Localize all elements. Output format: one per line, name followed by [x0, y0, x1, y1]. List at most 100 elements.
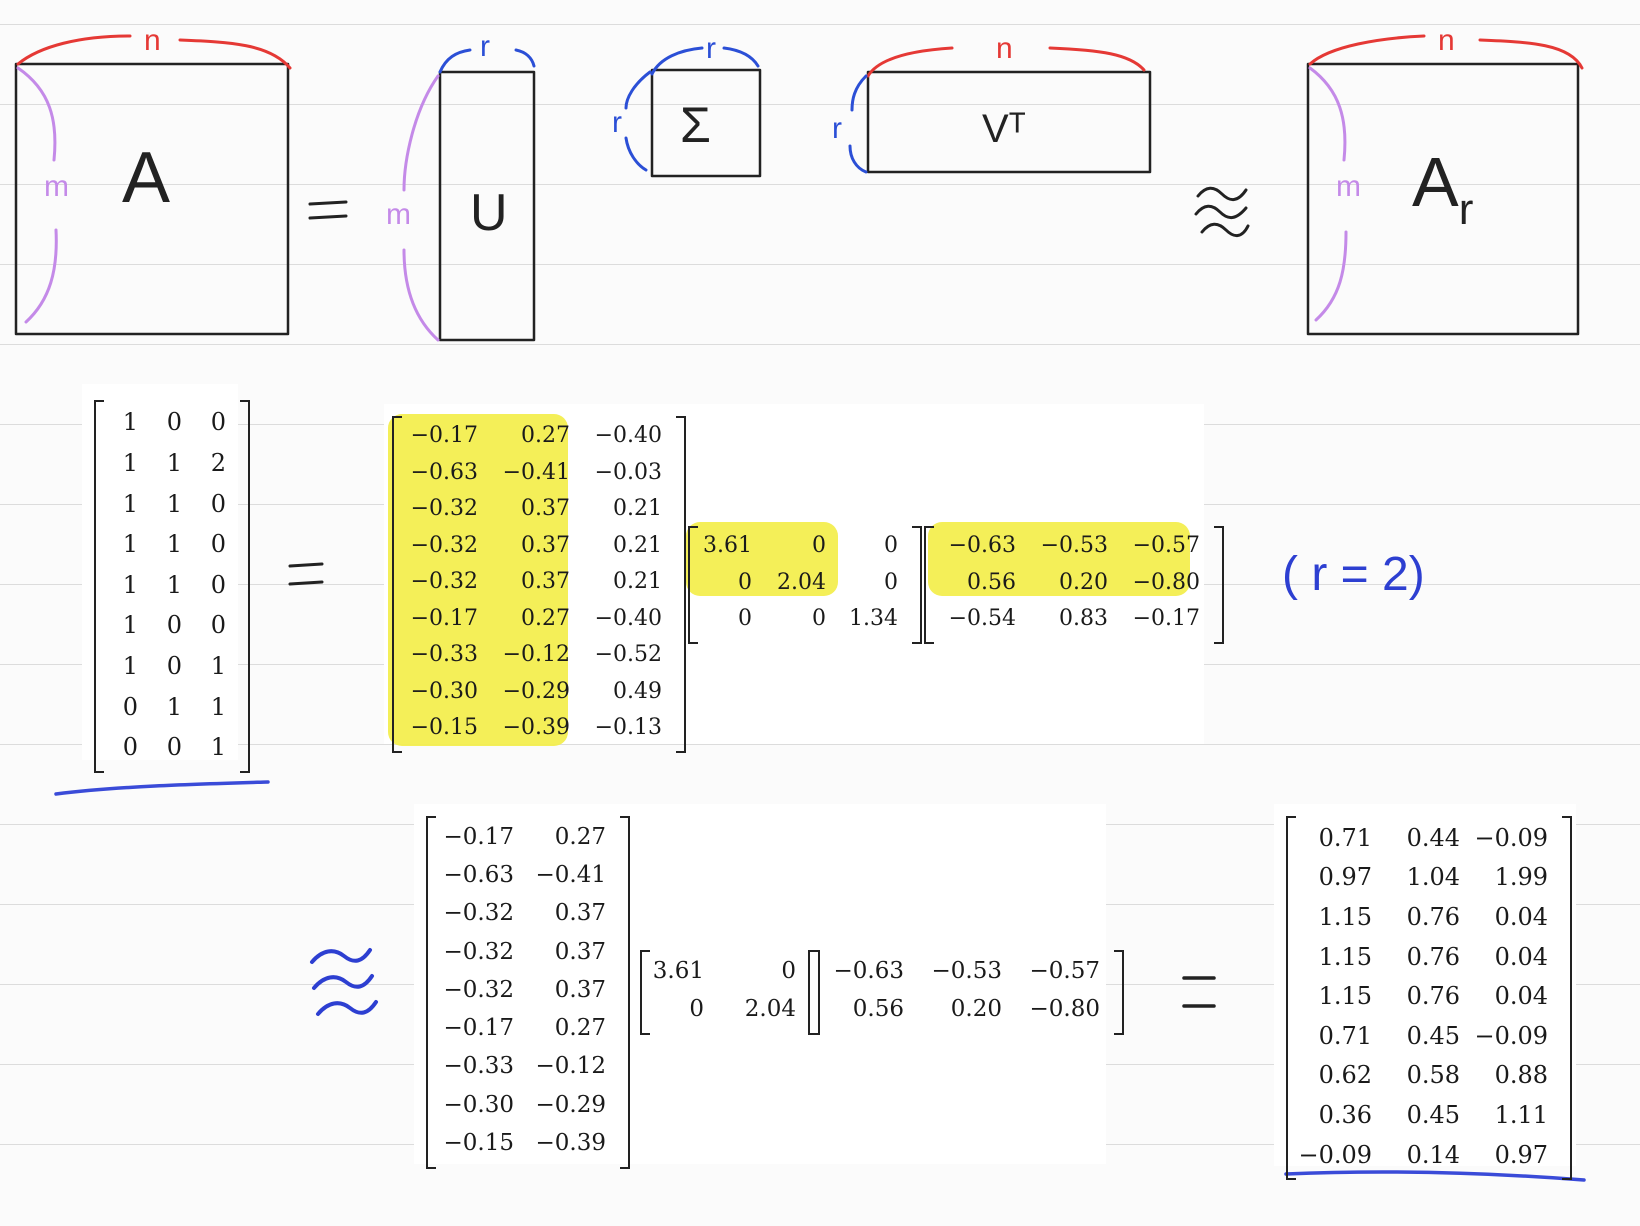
matrix-cell: 0 [122, 733, 138, 762]
label-r-vt: r [832, 112, 842, 145]
matrix-cell: 0 [812, 606, 826, 632]
matrix-cell: −0.40 [594, 423, 662, 449]
matrix-cell: −0.40 [594, 605, 662, 631]
matrix-cell: 0.71 [1318, 1021, 1372, 1050]
matrix-cell: 1 [122, 408, 138, 437]
matrix-cell: 1.04 [1406, 863, 1460, 892]
matrix-cell: 0.88 [1494, 1061, 1548, 1090]
equals-sign [308, 200, 348, 220]
matrix-cell: −0.32 [443, 900, 514, 927]
matrix-cell: −0.32 [410, 532, 478, 558]
brace-r-vt [848, 74, 868, 174]
matrix-cell: 1.15 [1318, 982, 1372, 1011]
matrix-cell: 0 [781, 957, 796, 984]
matrix-cell: −0.53 [931, 957, 1002, 984]
matrix-cell: −0.41 [502, 459, 570, 485]
matrix-cell: −0.30 [410, 678, 478, 704]
matrix-cell: 2 [210, 448, 226, 477]
matrix-cell: 0 [166, 651, 182, 680]
matrix-cell: 0 [166, 408, 182, 437]
label-n-vt: n [996, 32, 1013, 65]
matrix-cell: 1.99 [1494, 863, 1548, 892]
matrix-cell: −0.63 [833, 957, 904, 984]
right-bracket [1114, 950, 1124, 1035]
matrix-cell: 0.76 [1406, 982, 1460, 1011]
matrix-cell: −0.17 [443, 823, 514, 850]
brace-r-sigma-side [624, 70, 652, 172]
matrix-cell: 0.71 [1318, 823, 1372, 852]
underline-matrix-a [54, 780, 270, 796]
matrix-cell: −0.53 [1040, 533, 1108, 559]
rank-note: ( r = 2) [1282, 548, 1425, 601]
matrix-cell: 0 [122, 692, 138, 721]
label-ar: Ar [1412, 143, 1473, 234]
matrix-cell: 0.37 [521, 569, 570, 595]
matrix-cell: −0.29 [535, 1091, 606, 1118]
matrix-cell: −0.39 [535, 1130, 606, 1157]
right-bracket [620, 816, 630, 1169]
matrix-cell: −0.52 [594, 642, 662, 668]
matrix-cell: 0.21 [613, 532, 662, 558]
matrix-cell: 0.27 [521, 605, 570, 631]
right-bracket [1214, 526, 1224, 644]
matrix-cell: 0.97 [1494, 1140, 1548, 1169]
matrix-cell: 0.76 [1406, 942, 1460, 971]
matrix-cell: 0 [210, 570, 226, 599]
matrix-cell: −0.41 [535, 861, 606, 888]
matrix-cell: 1 [122, 570, 138, 599]
matrix-sigma: 3.61 0 0 0 2.04 0 0 0 1.34 [688, 526, 922, 644]
matrix-cell: −0.80 [1029, 996, 1100, 1023]
matrix-cell: 1 [210, 651, 226, 680]
matrix-cell: 0.27 [554, 823, 606, 850]
matrix-cell: 0 [689, 996, 704, 1023]
matrix-cell: 0.21 [613, 569, 662, 595]
matrix-cell: 0 [884, 569, 898, 595]
matrix-cell: 0.21 [613, 496, 662, 522]
matrix-cell: 1 [122, 651, 138, 680]
matrix-cell: −0.09 [1298, 1140, 1372, 1169]
label-ar-sub: r [1459, 185, 1474, 234]
matrix-cell: −0.57 [1029, 957, 1100, 984]
matrix-cell: 0.62 [1318, 1061, 1372, 1090]
matrix-cell: −0.33 [443, 1053, 514, 1080]
matrix-cell: −0.09 [1474, 1021, 1548, 1050]
equals-sign-row3 [1182, 976, 1216, 1008]
matrix-u: −0.17 0.27 −0.40 −0.63 −0.41 −0.03 −0.32 0.37 0.… [392, 416, 686, 753]
label-n-ar: n [1438, 24, 1455, 57]
matrix-cell: −0.57 [1132, 533, 1200, 559]
matrix-cell: −0.13 [594, 715, 662, 741]
matrix-cell: 0.45 [1406, 1101, 1460, 1129]
matrix-cell: −0.80 [1132, 569, 1200, 595]
matrix-cell: 0.58 [1406, 1061, 1460, 1090]
matrix-cell: 0.56 [967, 569, 1016, 595]
matrix-cell: 1.15 [1318, 942, 1372, 971]
matrix-cell: −0.30 [443, 1091, 514, 1118]
matrix-cell: −0.29 [502, 678, 570, 704]
matrix-cell: 0 [884, 533, 898, 559]
label-r-sigma-top: r [706, 32, 716, 65]
matrix-cell: 0.04 [1494, 942, 1548, 971]
label-n-a: n [144, 24, 161, 57]
matrix-cell: 0.20 [1059, 569, 1108, 595]
label-r-sigma-side: r [612, 106, 622, 139]
matrix-cell: −0.32 [410, 496, 478, 522]
approx-sign [1194, 186, 1250, 237]
matrix-cell: 0.04 [1494, 903, 1548, 931]
label-m-ar: m [1336, 170, 1361, 203]
matrix-cell: −0.32 [410, 569, 478, 595]
matrix-cell: −0.17 [1132, 606, 1200, 632]
matrix-cell: 0 [210, 530, 226, 559]
matrix-cell: −0.03 [594, 459, 662, 485]
matrix-cell: 1 [122, 611, 138, 640]
matrix-cell: 0.37 [521, 496, 570, 522]
matrix-cell: 1 [210, 692, 226, 721]
matrix-cell: 0.83 [1059, 606, 1108, 632]
matrix-cell: 0.37 [554, 938, 606, 965]
matrix-cell: 0.27 [521, 423, 570, 449]
equals-sign-row2 [288, 562, 324, 586]
matrix-cell: 0.37 [554, 900, 606, 927]
matrix-cell: 0.14 [1406, 1140, 1460, 1169]
matrix-vt: −0.63 −0.53 −0.57 0.56 0.20 −0.80 −0.54 0.83 −0.… [924, 526, 1224, 644]
matrix-cell: 0.97 [1318, 863, 1372, 892]
matrix-cell: −0.63 [948, 533, 1016, 559]
